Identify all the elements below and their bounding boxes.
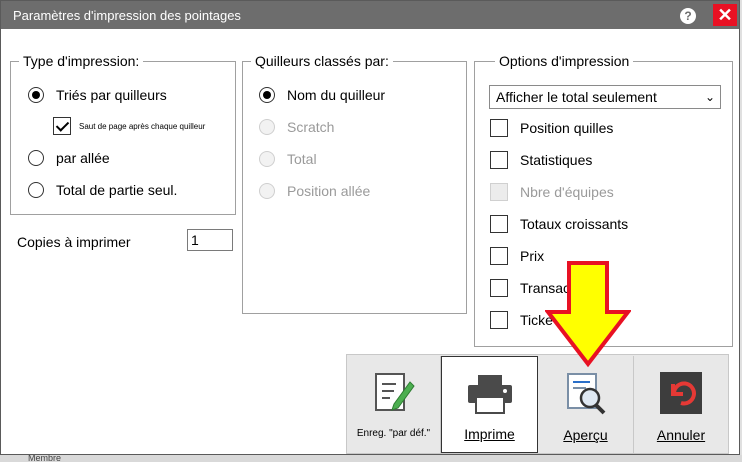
radio-button[interactable] bbox=[259, 151, 275, 167]
radio-bowler-name[interactable]: Nom du quilleur bbox=[259, 87, 385, 103]
checkbox[interactable] bbox=[53, 117, 71, 135]
print-options-legend: Options d'impression bbox=[499, 53, 630, 69]
radio-button[interactable] bbox=[259, 119, 275, 135]
checkbox-prizes[interactable]: Prix bbox=[490, 247, 544, 265]
print-settings-dialog: Paramètres d'impression des pointages ? … bbox=[0, 0, 740, 455]
checkbox-transactions[interactable]: Transac bbox=[490, 279, 570, 297]
print-label: Imprime bbox=[464, 426, 515, 442]
magnifier-document-icon bbox=[566, 373, 605, 415]
cancel-button[interactable]: Annuler bbox=[634, 356, 728, 453]
radio-label: Scratch bbox=[287, 119, 335, 135]
help-icon[interactable]: ? bbox=[680, 8, 696, 24]
radio-label: Position allée bbox=[287, 183, 371, 199]
radio-button[interactable] bbox=[259, 183, 275, 199]
print-button[interactable]: Imprime bbox=[441, 356, 538, 453]
checkbox[interactable] bbox=[490, 247, 508, 265]
checkbox[interactable] bbox=[490, 151, 508, 169]
radio-label: par allée bbox=[56, 150, 110, 166]
radio-button[interactable] bbox=[28, 150, 44, 166]
radio-scratch[interactable]: Scratch bbox=[259, 119, 334, 135]
checkbox[interactable] bbox=[490, 279, 508, 297]
window-title: Paramètres d'impression des pointages bbox=[13, 8, 241, 23]
edit-document-icon bbox=[374, 373, 415, 411]
checkbox-ascending-totals[interactable]: Totaux croissants bbox=[490, 215, 628, 233]
checkbox-label: Prix bbox=[520, 248, 545, 264]
checkbox-label: Saut de page après chaque quilleur bbox=[79, 121, 206, 131]
preview-label: Aperçu bbox=[563, 427, 608, 443]
radio-game-total-only[interactable]: Total de partie seul. bbox=[28, 182, 177, 198]
checkbox-label: Position quilles bbox=[520, 120, 614, 136]
radio-sorted-by-bowlers[interactable]: Triés par quilleurs bbox=[28, 87, 167, 103]
undo-icon bbox=[660, 372, 702, 414]
printer-icon bbox=[467, 375, 512, 414]
radio-label: Total de partie seul. bbox=[56, 182, 178, 198]
checkbox-label: Totaux croissants bbox=[520, 216, 629, 232]
cancel-label: Annuler bbox=[656, 427, 706, 443]
checkbox[interactable] bbox=[490, 215, 508, 233]
checkbox[interactable] bbox=[490, 119, 508, 137]
radio-label: Triés par quilleurs bbox=[56, 87, 167, 103]
checkbox-label: Nbre d'équipes bbox=[520, 184, 614, 200]
copies-input[interactable]: 1 bbox=[187, 229, 233, 251]
select-value: Afficher le total seulement bbox=[496, 89, 657, 105]
save-default-label: Enreg. "par déf." bbox=[356, 428, 431, 439]
checkbox-label: Transac bbox=[520, 280, 571, 296]
radio-by-lane[interactable]: par allée bbox=[28, 150, 110, 166]
checkbox-label: Statistiques bbox=[520, 152, 593, 168]
copies-label: Copies à imprimer bbox=[17, 234, 131, 250]
total-display-select[interactable]: Afficher le total seulement ⌄ bbox=[489, 85, 721, 109]
radio-button[interactable] bbox=[28, 87, 44, 103]
checkbox-tickets[interactable]: Ticke bbox=[490, 311, 553, 329]
chevron-down-icon: ⌄ bbox=[704, 90, 715, 104]
radio-label: Nom du quilleur bbox=[287, 87, 386, 103]
sorted-by-legend: Quilleurs classés par: bbox=[255, 53, 389, 69]
checkbox-page-break[interactable]: Saut de page après chaque quilleur bbox=[53, 117, 205, 135]
checkbox-label: Ticke bbox=[520, 312, 553, 328]
close-button[interactable]: ✕ bbox=[713, 4, 737, 26]
radio-lane-position[interactable]: Position allée bbox=[259, 183, 370, 199]
checkbox[interactable] bbox=[490, 183, 508, 201]
preview-button[interactable]: Aperçu bbox=[538, 356, 634, 453]
checkbox-statistics[interactable]: Statistiques bbox=[490, 151, 592, 169]
checkbox[interactable] bbox=[490, 311, 508, 329]
radio-total[interactable]: Total bbox=[259, 151, 317, 167]
radio-label: Total bbox=[287, 151, 317, 167]
background-app-strip bbox=[0, 455, 742, 462]
radio-button[interactable] bbox=[28, 182, 44, 198]
print-type-legend: Type d'impression: bbox=[23, 53, 140, 69]
save-default-button[interactable]: Enreg. "par déf." bbox=[347, 356, 441, 453]
title-bar: Paramètres d'impression des pointages ? … bbox=[1, 1, 739, 29]
radio-button[interactable] bbox=[259, 87, 275, 103]
checkbox-team-count[interactable]: Nbre d'équipes bbox=[490, 183, 614, 201]
checkbox-pin-position[interactable]: Position quilles bbox=[490, 119, 613, 137]
